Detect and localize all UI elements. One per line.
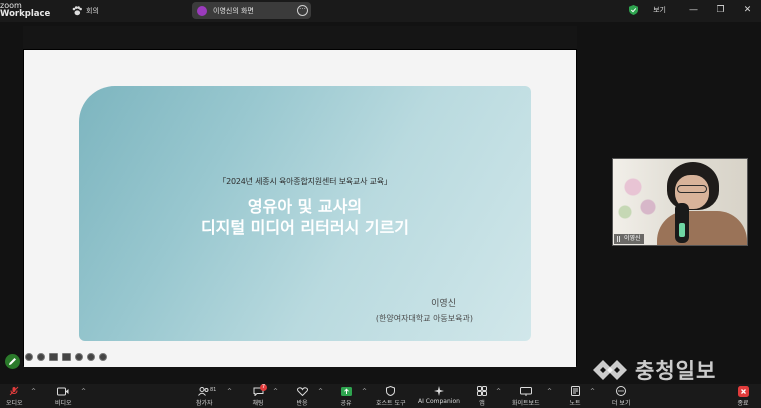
minimize-button[interactable]: — <box>680 5 707 15</box>
share-options-caret[interactable]: ^ <box>362 388 367 395</box>
avatar <box>197 5 207 16</box>
signal-bars-icon <box>617 236 622 242</box>
end-call-icon <box>737 385 749 397</box>
flowers-decoration <box>613 167 663 227</box>
watermark-text: 충청일보 <box>635 359 717 383</box>
share-button[interactable]: 공유 <box>340 386 352 407</box>
participant-name: 이영신 <box>624 235 641 242</box>
participant-body <box>657 211 747 245</box>
slide-title: 영유아 및 교사의 디지털 미디어 리터러시 기르기 <box>79 196 531 238</box>
app-brand: zoom Workplace <box>0 2 51 19</box>
slide-subtitle: 「2024년 세종시 육아종합지원센터 보육교사 교육」 <box>218 177 392 186</box>
apps-label: 앱 <box>479 400 485 407</box>
ai-companion-button[interactable]: AI Companion <box>418 386 460 405</box>
audio-button[interactable]: 오디오 <box>6 386 23 407</box>
apps-grid-icon <box>476 386 488 396</box>
window-controls: 보기 — ❐ ✕ <box>629 3 761 17</box>
participant-count: 81 <box>210 387 217 393</box>
microphone-icon <box>675 203 689 243</box>
chat-icon: 7 <box>252 384 267 396</box>
host-tools-label: 호스트 도구 <box>376 400 406 407</box>
shield-tools-icon <box>385 386 397 396</box>
participants-options-caret[interactable]: ^ <box>227 388 232 395</box>
previous-slide-icon[interactable] <box>25 353 33 361</box>
watermark: 충청일보 <box>591 355 716 385</box>
whiteboard-label: 화이트보드 <box>512 400 540 407</box>
meeting-toolbar: 오디오 ^ 비디오 ^ 81 참가자 ^ 7 채팅 ^ 반응 ^ 공유 ^ 호스… <box>0 384 761 408</box>
participants-label: 참가자 <box>196 400 213 407</box>
video-label: 비디오 <box>55 400 72 407</box>
screen-share-indicator[interactable]: 이영신의 화면 ··· <box>192 2 311 19</box>
shield-icon <box>629 5 639 15</box>
end-button[interactable]: 종료 <box>737 385 749 407</box>
reactions-options-caret[interactable]: ^ <box>318 388 323 395</box>
slide-affiliation: (한양여자대학교 아동보육과) <box>375 314 473 323</box>
participant-name-label: 이영신 <box>614 234 644 244</box>
mic-muted-icon <box>8 386 20 396</box>
view-button[interactable]: 보기 <box>653 5 666 15</box>
share-screen-icon <box>340 386 352 396</box>
pen-icon[interactable] <box>37 353 45 361</box>
presentation-slide: 「2024년 세종시 육아종합지원센터 보육교사 교육」 영유아 및 교사의 디… <box>24 50 576 367</box>
more-label: 더 보기 <box>612 400 631 407</box>
slide-navigation-toolbar <box>25 352 107 362</box>
slide-title-line1: 영유아 및 교사의 <box>247 197 363 216</box>
brand-line2: Workplace <box>0 9 51 19</box>
ai-companion-label: AI Companion <box>418 398 460 405</box>
notes-options-caret[interactable]: ^ <box>590 388 595 395</box>
participants-button[interactable]: 81 참가자 <box>196 386 216 407</box>
more-icon[interactable] <box>87 353 95 361</box>
audio-label: 오디오 <box>6 400 23 407</box>
share-title: 이영신의 화면 <box>213 6 254 15</box>
sparkle-icon <box>433 386 445 396</box>
share-label: 공유 <box>340 400 352 407</box>
notes-icon <box>569 386 581 396</box>
participant-video-tile[interactable]: 이영신 <box>612 158 748 246</box>
slide-title-card: 「2024년 세종시 육아종합지원센터 보육교사 교육」 영유아 및 교사의 디… <box>79 86 531 341</box>
notes-label: 노트 <box>569 400 581 407</box>
chat-label: 채팅 <box>252 400 264 407</box>
maximize-button[interactable]: ❐ <box>707 5 734 15</box>
participants-icon: 81 <box>198 386 216 396</box>
more-dots-icon <box>615 386 627 396</box>
chat-options-caret[interactable]: ^ <box>273 388 278 395</box>
annotate-button[interactable] <box>5 354 20 369</box>
reactions-button[interactable]: 반응 <box>296 386 308 407</box>
whiteboard-options-caret[interactable]: ^ <box>547 388 552 395</box>
more-button[interactable]: 더 보기 <box>612 386 630 407</box>
apps-options-caret[interactable]: ^ <box>496 388 501 395</box>
paw-icon <box>72 5 82 15</box>
video-button[interactable]: 비디오 <box>55 386 72 407</box>
chat-button[interactable]: 7 채팅 <box>252 384 267 407</box>
subtitles-icon[interactable] <box>62 353 71 361</box>
glasses-icon <box>677 185 707 193</box>
slides-grid-icon[interactable] <box>49 353 58 361</box>
heart-icon <box>296 386 308 396</box>
meetings-button[interactable]: 회의 <box>72 4 99 17</box>
close-button[interactable]: ✕ <box>734 5 761 15</box>
shared-screen-header <box>23 26 577 49</box>
slide-author: 이영신 <box>431 299 456 309</box>
zoom-icon[interactable] <box>75 353 83 361</box>
notes-button[interactable]: 노트 <box>569 386 581 407</box>
title-bar: zoom Workplace 회의 이영신의 화면 ··· 보기 — ❐ ✕ <box>0 0 761 22</box>
meetings-label: 회의 <box>86 6 99 15</box>
video-options-caret[interactable]: ^ <box>81 388 86 395</box>
audio-options-caret[interactable]: ^ <box>31 388 36 395</box>
apps-button[interactable]: 앱 <box>476 386 488 407</box>
chat-badge: 7 <box>260 384 267 391</box>
more-options-icon[interactable]: ··· <box>297 5 308 16</box>
whiteboard-button[interactable]: 화이트보드 <box>512 386 540 407</box>
next-slide-icon[interactable] <box>99 353 107 361</box>
watermark-logo-icon <box>593 360 627 380</box>
shared-screen: 「2024년 세종시 육아종합지원센터 보육교사 교육」 영유아 및 교사의 디… <box>23 26 577 367</box>
slide-title-line2: 디지털 미디어 리터러시 기르기 <box>200 218 410 237</box>
host-tools-button[interactable]: 호스트 도구 <box>376 386 406 407</box>
end-label: 종료 <box>737 400 749 407</box>
whiteboard-icon <box>519 386 532 396</box>
reactions-label: 반응 <box>296 400 308 407</box>
camera-icon <box>57 386 69 396</box>
pencil-icon <box>9 358 16 365</box>
